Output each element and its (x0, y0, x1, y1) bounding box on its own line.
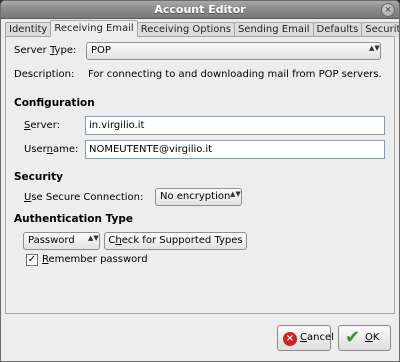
secure-connection-select[interactable]: No encryption ▲▼ (155, 188, 242, 206)
secure-connection-label: Use Secure Connection: (24, 192, 144, 203)
secure-connection-value: No encryption (160, 191, 231, 202)
tab-receiving-options[interactable]: Receiving Options (136, 22, 235, 37)
ok-check-icon: ✔ (345, 327, 361, 348)
window-title: Account Editor (154, 3, 246, 16)
server-label: Server: (24, 120, 60, 131)
server-type-value: POP (91, 45, 111, 56)
combo-arrows-icon: ▲▼ (369, 44, 380, 52)
security-heading: Security (14, 171, 64, 183)
remember-password-label: Remember password (42, 254, 148, 265)
cancel-button[interactable]: × Cancel (277, 325, 334, 351)
check-supported-types-button[interactable]: Check for Supported Types (104, 232, 247, 250)
combo-arrows-icon: ▲▼ (88, 234, 99, 242)
tab-defaults[interactable]: Defaults (312, 22, 363, 37)
tab-sending-email[interactable]: Sending Email (233, 22, 314, 37)
ok-button[interactable]: ✔ OK (338, 325, 391, 351)
tab-receiving-email[interactable]: Receiving Email (50, 20, 138, 37)
description-value: For connecting to and downloading mail f… (88, 69, 382, 80)
description-label: Description: (14, 69, 75, 80)
checkmark-icon: ✓ (27, 254, 37, 265)
configuration-heading: Configuration (14, 97, 95, 109)
remember-password-checkbox[interactable]: ✓ (26, 254, 38, 266)
authentication-heading: Authentication Type (14, 213, 133, 225)
account-editor-window: Account Editor × Identity Receiving Emai… (0, 0, 400, 362)
authentication-type-select[interactable]: Password ▲▼ (23, 232, 100, 250)
username-label: Username: (24, 144, 79, 155)
cancel-icon: × (283, 332, 297, 346)
server-type-label: Server Type: (14, 45, 77, 56)
cancel-label: Cancel (300, 332, 334, 343)
server-type-select[interactable]: POP ▲▼ (86, 42, 381, 60)
tab-identity[interactable]: Identity (5, 22, 52, 37)
authentication-type-value: Password (28, 235, 75, 246)
close-icon[interactable]: × (381, 3, 395, 17)
tab-security[interactable]: Security (361, 22, 399, 37)
ok-label: OK (365, 332, 380, 343)
server-field[interactable]: in.virgilio.it (85, 116, 385, 135)
receiving-email-panel: Server Type: POP ▲▼ Description: For con… (5, 36, 395, 314)
tab-bar: Identity Receiving Email Receiving Optio… (5, 20, 399, 37)
combo-arrows-icon: ▲▼ (230, 190, 241, 198)
username-field[interactable]: NOMEUTENTE@virgilio.it (85, 140, 385, 159)
title-bar[interactable]: Account Editor × (1, 1, 399, 19)
